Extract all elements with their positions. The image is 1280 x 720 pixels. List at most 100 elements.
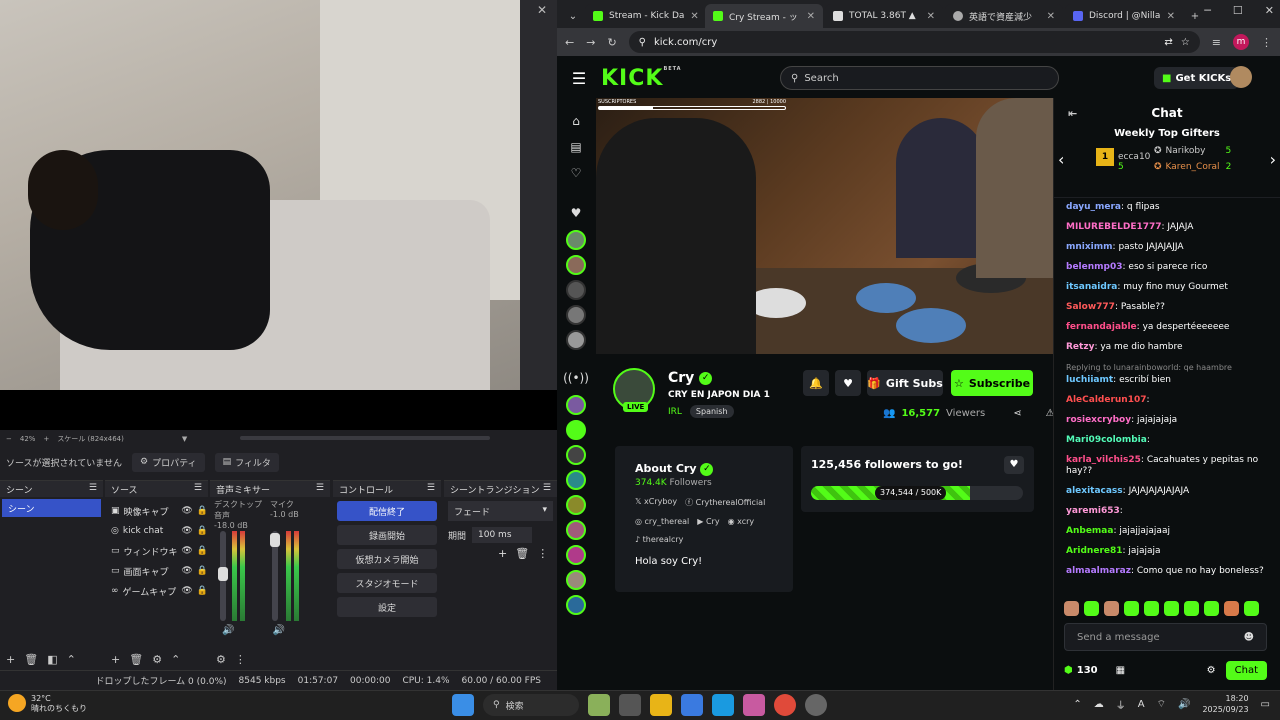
tiktok-link[interactable]: ♪ therealcry <box>635 535 683 544</box>
video-player[interactable]: SUSCRIPTORES 2882 | 10000 <box>596 98 1053 354</box>
windows-start-icon[interactable] <box>452 694 474 716</box>
chat-username[interactable]: itsanaidra <box>1066 282 1117 292</box>
close-icon[interactable]: ✕ <box>690 11 698 22</box>
chevron-up-icon[interactable]: ⌃ <box>67 653 76 666</box>
chat-username[interactable]: dayu_mera <box>1066 202 1121 212</box>
trash-icon[interactable]: 🗑 <box>24 653 38 666</box>
chat-username[interactable]: MILUREBELDE1777 <box>1066 222 1162 232</box>
duration-input[interactable]: 100 ms <box>472 527 533 543</box>
youtube-link[interactable]: ▶ Cry <box>697 517 719 526</box>
emote[interactable] <box>1144 601 1159 616</box>
speaker-icon[interactable]: 🔊 <box>272 625 284 636</box>
chevron-up-icon[interactable]: ⌃ <box>171 653 180 666</box>
tab[interactable]: Stream - Kick Da ✕ <box>585 4 703 28</box>
chat-username[interactable]: almaalmaraz <box>1066 566 1131 576</box>
speaker-icon[interactable]: 🔊 <box>222 625 234 636</box>
channel-avatar[interactable] <box>566 230 586 250</box>
minimize-icon[interactable]: ─ <box>1204 4 1211 17</box>
channel-name[interactable]: Cry ✓ <box>668 370 713 386</box>
chat-username[interactable]: yaremi653 <box>1066 506 1120 516</box>
dock-menu-icon[interactable]: ☰ <box>543 483 551 495</box>
channel-avatar[interactable] <box>566 255 586 275</box>
send-chat-button[interactable]: Chat <box>1225 660 1267 680</box>
close-icon[interactable]: ✕ <box>1167 11 1175 22</box>
chat-username[interactable]: Retzy <box>1066 342 1094 352</box>
close-icon[interactable]: ✕ <box>1265 4 1274 17</box>
studio-mode-button[interactable]: スタジオモード <box>337 573 437 593</box>
lock-icon[interactable]: 🔒 <box>197 506 208 516</box>
chat-input[interactable]: Send a message ☻ <box>1064 623 1267 651</box>
chevron-down-icon[interactable]: ▼ <box>182 435 187 443</box>
clock[interactable]: 18:20 2025/09/23 <box>1202 693 1248 715</box>
profile-avatar[interactable]: m <box>1233 34 1249 50</box>
zoom-out-icon[interactable]: − <box>6 435 12 443</box>
reload-icon[interactable]: ↻ <box>607 36 616 49</box>
stop-stream-button[interactable]: 配信終了 <box>337 501 437 521</box>
maximize-icon[interactable]: ☐ <box>1233 4 1243 17</box>
site-info-icon[interactable]: ⚲ <box>639 37 646 48</box>
preview-scrollbar[interactable] <box>240 436 490 440</box>
trash-icon[interactable]: 🗑 <box>129 653 143 666</box>
get-kicks-button[interactable]: ■ Get KICKs <box>1154 67 1240 89</box>
task-view-icon[interactable] <box>619 694 641 716</box>
close-icon[interactable]: ✕ <box>927 11 935 22</box>
chat-username[interactable]: Aridnere81 <box>1066 546 1123 556</box>
zoom-in-icon[interactable]: + <box>43 435 49 443</box>
language-tag[interactable]: Spanish <box>689 405 734 418</box>
trash-icon[interactable]: 🗑 <box>515 547 529 560</box>
home-icon[interactable]: ⌂ <box>557 108 595 134</box>
notification-icon[interactable]: ▭ <box>1261 699 1270 710</box>
gift-subs-button[interactable]: 🎁 Gift Subs <box>867 370 943 396</box>
emote[interactable] <box>1244 601 1259 616</box>
emote[interactable] <box>1124 601 1139 616</box>
taskbar-search[interactable]: ⚲ 検索 <box>483 694 579 716</box>
copilot-icon[interactable] <box>743 694 765 716</box>
store-icon[interactable]: ▦ <box>1116 665 1125 676</box>
emoji-icon[interactable]: ☻ <box>1244 632 1254 643</box>
chat-username[interactable]: Salow777 <box>1066 302 1115 312</box>
chat-username[interactable]: alexitacass <box>1066 486 1123 496</box>
emote[interactable] <box>1084 601 1099 616</box>
lock-icon[interactable]: 🔒 <box>197 526 208 536</box>
settings-icon[interactable]: ⚙ <box>216 653 226 666</box>
add-icon[interactable]: + <box>6 653 15 666</box>
channel-avatar[interactable] <box>566 570 586 590</box>
chevron-up-icon[interactable]: ⌃ <box>1073 699 1081 710</box>
ime-icon[interactable]: A <box>1138 699 1145 710</box>
close-icon[interactable]: ✕ <box>807 11 815 22</box>
chat-username[interactable]: fernandajable <box>1066 322 1137 332</box>
new-tab-icon[interactable]: + <box>1185 6 1205 26</box>
eye-icon[interactable]: 👁 <box>181 506 192 516</box>
kick-logo[interactable]: KICKBETA <box>601 66 682 91</box>
lock-icon[interactable]: 🔒 <box>197 566 208 576</box>
chrome-icon[interactable] <box>774 694 796 716</box>
source-item[interactable]: ▭ ウィンドウキ 👁 🔒 <box>105 541 208 561</box>
share-icon[interactable]: ⋖ <box>1013 408 1021 419</box>
channel-avatar[interactable] <box>566 470 586 490</box>
emote[interactable] <box>1064 601 1079 616</box>
volume-fader[interactable] <box>270 531 280 621</box>
following-icon[interactable]: ♡ <box>557 160 595 186</box>
forward-icon[interactable]: → <box>586 36 595 49</box>
eye-icon[interactable]: 👁 <box>181 526 192 536</box>
gifter-item[interactable]: ✪ Karen_Coral 2 <box>1154 162 1231 172</box>
dock-menu-icon[interactable]: ☰ <box>89 483 97 495</box>
collapse-icon[interactable]: ⇤ <box>1068 107 1077 120</box>
obs-preview[interactable] <box>0 0 520 390</box>
start-recording-button[interactable]: 録画開始 <box>337 525 437 545</box>
url-field[interactable]: ⚲ kick.com/cry ⇄ ☆ <box>628 31 1200 53</box>
user-avatar[interactable] <box>1230 66 1252 88</box>
channel-avatar[interactable] <box>566 420 586 440</box>
facebook-link[interactable]: ⓕ CrytherealOfficial <box>685 497 765 508</box>
subscribe-button[interactable]: ☆ Subscribe <box>951 370 1033 396</box>
tab[interactable]: 英語で資産減少 ✕ <box>945 4 1063 28</box>
scene-item[interactable]: シーン <box>2 499 101 517</box>
heart-icon[interactable]: ♥ <box>1004 456 1024 474</box>
tab-search-icon[interactable]: ⌄ <box>563 6 583 26</box>
widget-icon[interactable] <box>588 694 610 716</box>
source-item[interactable]: ◎ kick chat 👁 🔒 <box>105 521 208 541</box>
tab[interactable]: Discord | @Nilla ✕ <box>1065 4 1183 28</box>
emote[interactable] <box>1184 601 1199 616</box>
dock-menu-icon[interactable]: ☰ <box>427 483 435 495</box>
lock-icon[interactable]: 🔒 <box>197 546 208 556</box>
